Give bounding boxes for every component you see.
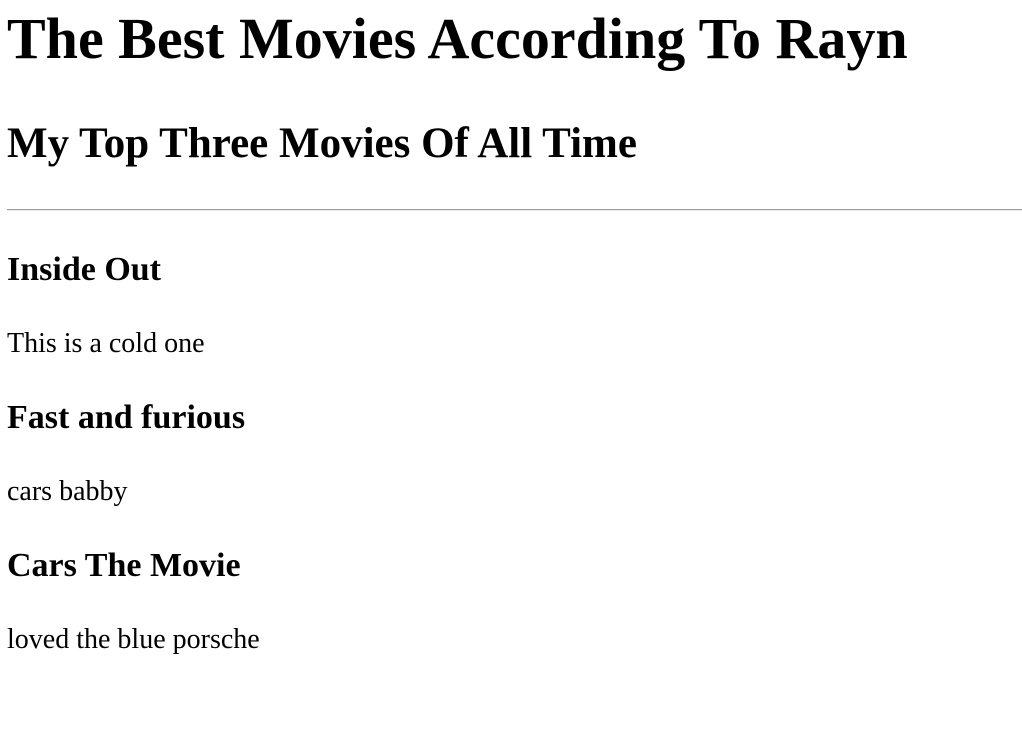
movie-title: Cars The Movie bbox=[7, 547, 241, 584]
page-title: The Best Movies According To Rayn bbox=[7, 6, 908, 71]
movie-item: Fast and furious cars babby bbox=[7, 398, 1015, 509]
movie-description: This is a cold one bbox=[7, 328, 205, 359]
movie-list: Inside Out This is a cold one Fast and f… bbox=[7, 250, 1015, 657]
movie-title: Inside Out bbox=[7, 251, 161, 288]
divider bbox=[7, 209, 1022, 211]
page-subtitle: My Top Three Movies Of All Time bbox=[7, 120, 637, 167]
movie-description: cars babby bbox=[7, 476, 128, 507]
movie-item: Cars The Movie loved the blue porsche bbox=[7, 546, 1015, 657]
movie-item: Inside Out This is a cold one bbox=[7, 250, 1015, 361]
movie-description: loved the blue porsche bbox=[7, 624, 260, 655]
movie-title: Fast and furious bbox=[7, 399, 246, 436]
